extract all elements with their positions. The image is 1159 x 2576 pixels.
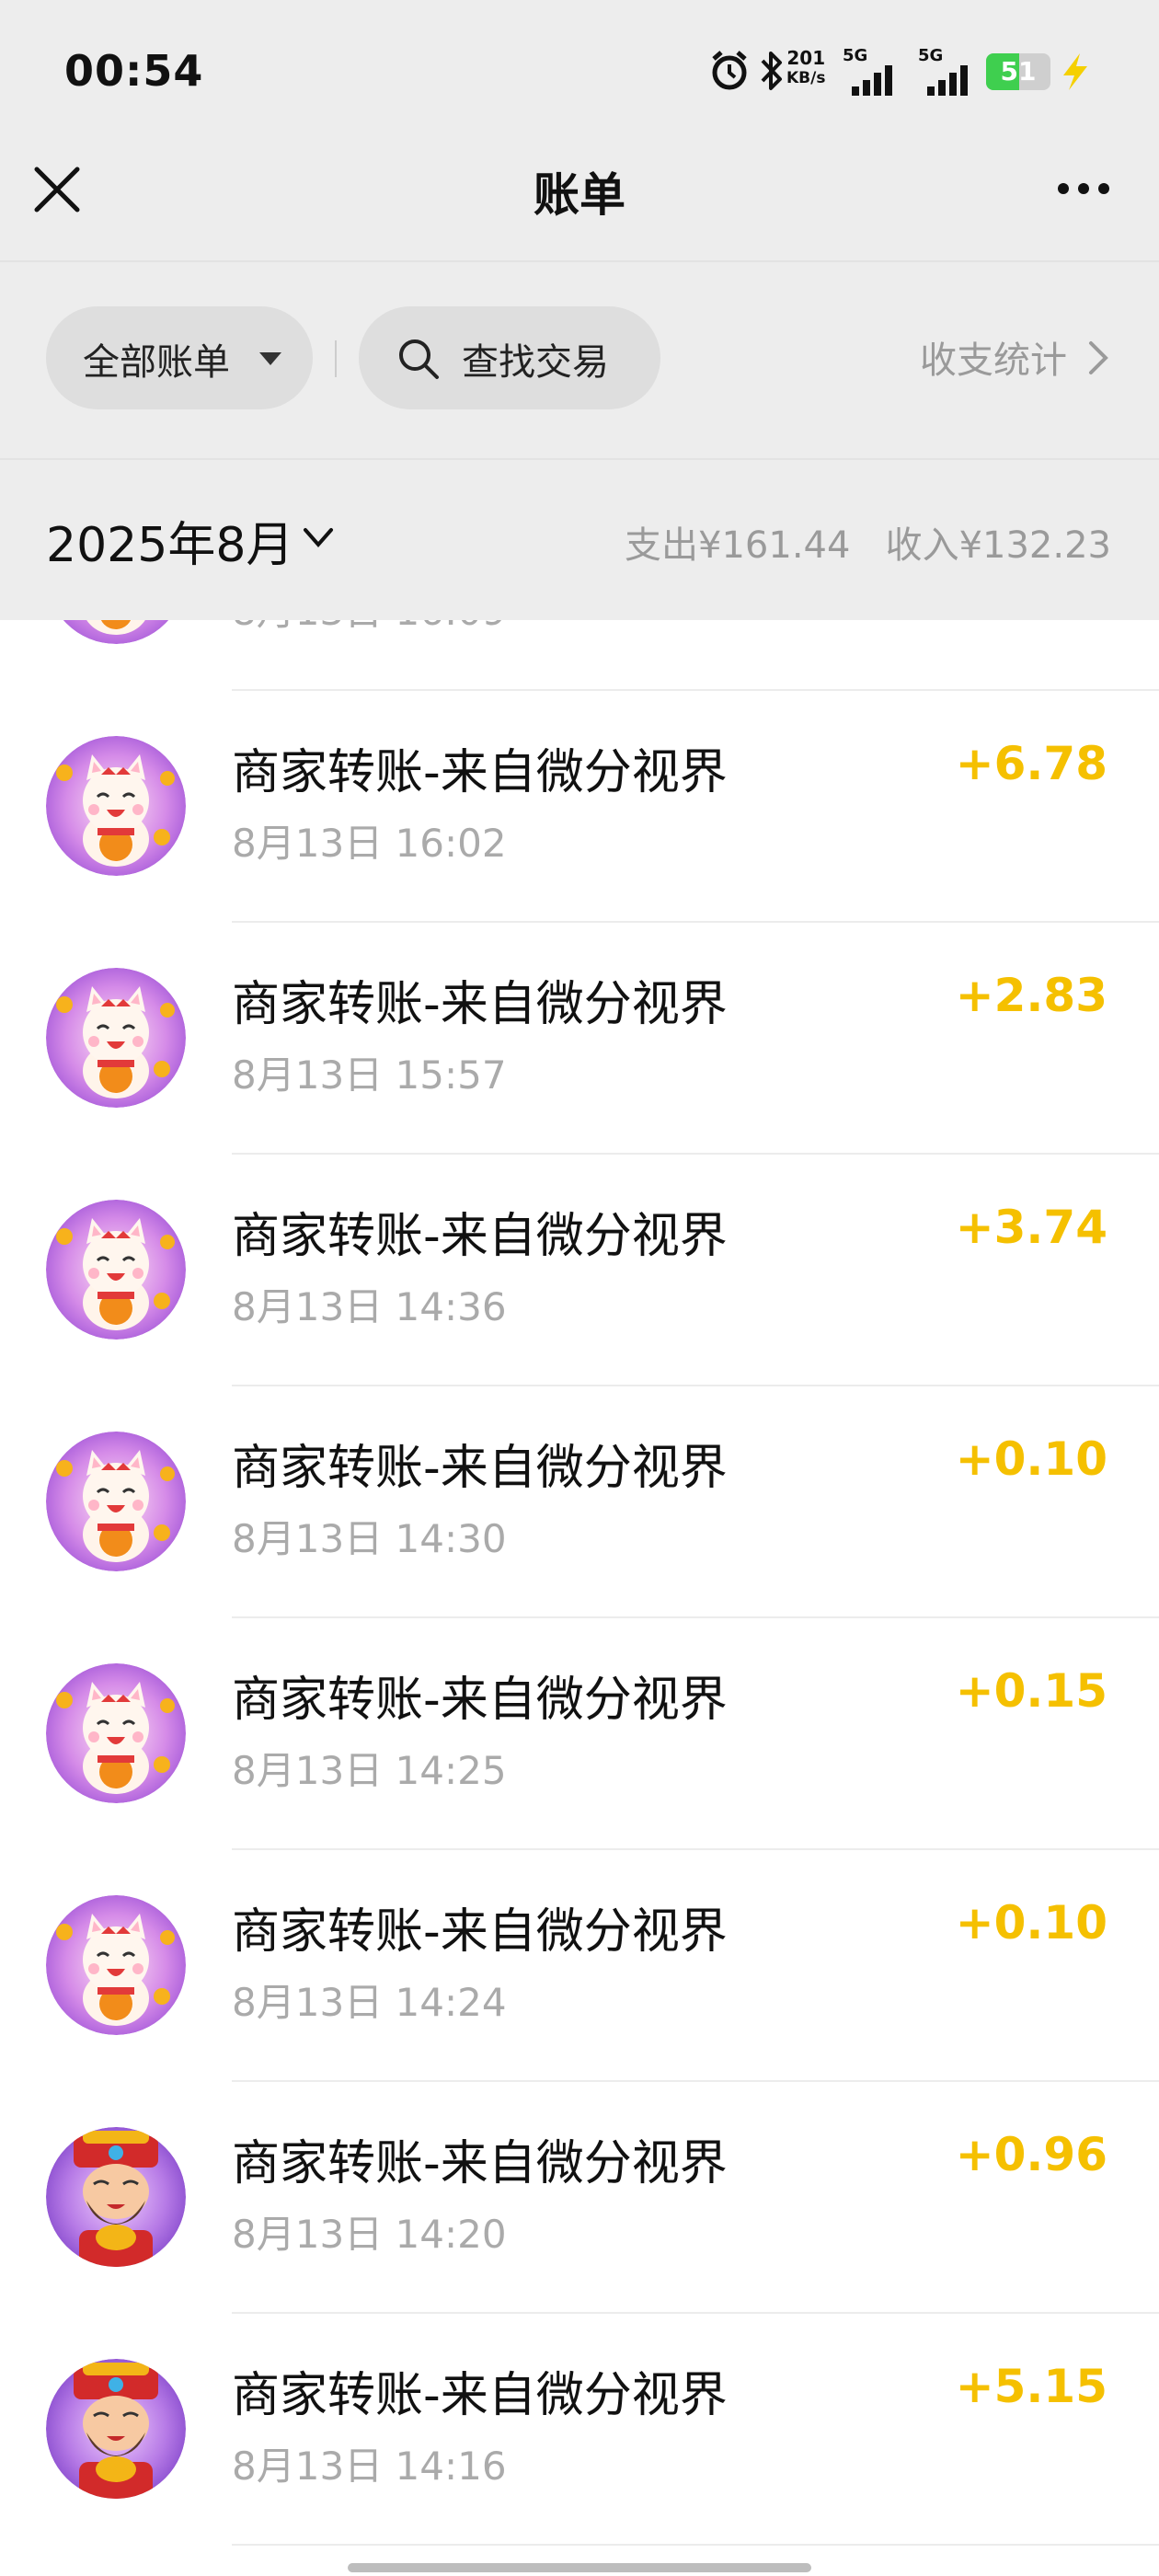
filter-bar: 全部账单 查找交易 收支统计 bbox=[0, 262, 1159, 458]
transaction-time: 8月13日 14:20 bbox=[232, 2212, 507, 2257]
home-indicator bbox=[348, 2563, 811, 2572]
signal-icon bbox=[927, 65, 968, 96]
transaction-time: 8月13日 16:02 bbox=[232, 821, 507, 866]
more-icon[interactable] bbox=[1054, 166, 1113, 212]
net-speed: 201 KB/s bbox=[786, 47, 826, 87]
transaction-row[interactable]: 商家转账-来自微分视界 8月13日 15:57 +2.83 bbox=[0, 923, 1159, 1155]
merchant-avatar bbox=[46, 968, 186, 1108]
stats-link[interactable]: 收支统计 bbox=[920, 330, 1067, 384]
transaction-amount: +0.10 bbox=[955, 1432, 1107, 1486]
nav-bar: 账单 bbox=[0, 147, 1159, 258]
transaction-row[interactable]: 商家转账-来自微分视界 8月13日 14:30 +0.10 bbox=[0, 1386, 1159, 1618]
bluetooth-icon bbox=[761, 52, 782, 90]
transaction-amount: +0.15 bbox=[955, 1664, 1107, 1718]
transaction-time: 8月13日 14:30 bbox=[232, 1516, 507, 1561]
transaction-title: 商家转账-来自微分视界 bbox=[232, 1673, 728, 1728]
transaction-title: 商家转账-来自微分视界 bbox=[232, 2136, 728, 2191]
transaction-title: 商家转账-来自微分视界 bbox=[232, 1904, 728, 1960]
alarm-icon bbox=[712, 51, 747, 90]
transaction-amount: +0.10 bbox=[955, 1896, 1107, 1949]
transaction-time: 8月13日 15:57 bbox=[232, 1052, 507, 1098]
all-bills-dropdown[interactable]: 全部账单 bbox=[46, 306, 313, 409]
battery-icon: 51 bbox=[986, 53, 1050, 90]
transaction-title: 商家转账-来自微分视界 bbox=[232, 1209, 728, 1264]
transaction-title: 商家转账-来自微分视界 bbox=[232, 745, 728, 800]
month-summary: 支出¥161.44 收入¥132.23 bbox=[625, 524, 1111, 567]
transaction-time: 8月13日 14:25 bbox=[232, 1748, 507, 1793]
transaction-time: 8月13日 14:16 bbox=[232, 2444, 507, 2489]
transaction-row[interactable]: 商家转账-来自微分视界 8月13日 14:16 +5.15 bbox=[0, 2314, 1159, 2546]
merchant-avatar bbox=[46, 2359, 186, 2499]
chevron-right-icon[interactable] bbox=[1085, 338, 1111, 378]
transaction-row[interactable]: 商家转账-来自微分视界 8月13日 14:20 +0.96 bbox=[0, 2082, 1159, 2314]
transaction-list: 8月13日 16:09 商家转账-来自微分视界 8月13日 16:02 +6.7… bbox=[0, 620, 1159, 2576]
merchant-avatar bbox=[46, 2127, 186, 2267]
transaction-amount: +0.96 bbox=[955, 2128, 1107, 2181]
transaction-time: 8月13日 16:09 bbox=[232, 620, 507, 637]
divider bbox=[335, 340, 337, 377]
merchant-avatar bbox=[46, 620, 186, 644]
transaction-row[interactable]: 商家转账-来自微分视界 8月13日 14:25 +0.15 bbox=[0, 1618, 1159, 1850]
merchant-avatar bbox=[46, 1895, 186, 2035]
transaction-time: 8月13日 14:36 bbox=[232, 1284, 507, 1329]
transaction-amount: +3.74 bbox=[955, 1201, 1107, 1254]
transaction-amount: +2.83 bbox=[955, 969, 1107, 1022]
merchant-avatar bbox=[46, 1200, 186, 1340]
merchant-avatar bbox=[46, 736, 186, 876]
charging-icon bbox=[1063, 53, 1087, 90]
page-title: 账单 bbox=[534, 168, 625, 222]
transaction-title: 商家转账-来自微分视界 bbox=[232, 2368, 728, 2423]
chevron-down-icon[interactable] bbox=[300, 521, 337, 554]
month-picker[interactable]: 2025年8月 bbox=[46, 506, 293, 575]
status-icons: 201 KB/s 5G 5G 51 bbox=[644, 44, 1159, 99]
transaction-title: 商家转账-来自微分视界 bbox=[232, 977, 728, 1032]
transaction-title: 商家转账-来自微分视界 bbox=[232, 1441, 728, 1496]
transaction-row[interactable]: 商家转账-来自微分视界 8月13日 16:02 +6.78 bbox=[0, 691, 1159, 923]
search-transaction-button[interactable]: 查找交易 bbox=[359, 306, 660, 409]
transaction-row[interactable]: 商家转账-来自微分视界 8月13日 14:36 +3.74 bbox=[0, 1155, 1159, 1386]
search-label: 查找交易 bbox=[462, 341, 609, 384]
transaction-amount: +6.78 bbox=[955, 737, 1107, 790]
status-bar: 00:54 201 KB/s 5G 5G 51 bbox=[0, 0, 1159, 147]
transaction-row[interactable]: 8月13日 16:09 bbox=[0, 620, 1159, 691]
caret-down-icon bbox=[259, 352, 281, 365]
row-divider bbox=[232, 2544, 1159, 2546]
search-icon bbox=[399, 339, 439, 379]
transaction-amount: +5.15 bbox=[955, 2360, 1107, 2413]
month-header: 2025年8月 支出¥161.44 收入¥132.23 bbox=[0, 460, 1159, 620]
merchant-avatar bbox=[46, 1432, 186, 1571]
merchant-avatar bbox=[46, 1663, 186, 1803]
all-bills-label: 全部账单 bbox=[83, 341, 230, 384]
transaction-row[interactable]: 商家转账-来自微分视界 8月13日 14:24 +0.10 bbox=[0, 1850, 1159, 2082]
signal-icon bbox=[852, 65, 892, 96]
status-time: 00:54 bbox=[64, 46, 204, 96]
transaction-time: 8月13日 14:24 bbox=[232, 1980, 507, 2025]
